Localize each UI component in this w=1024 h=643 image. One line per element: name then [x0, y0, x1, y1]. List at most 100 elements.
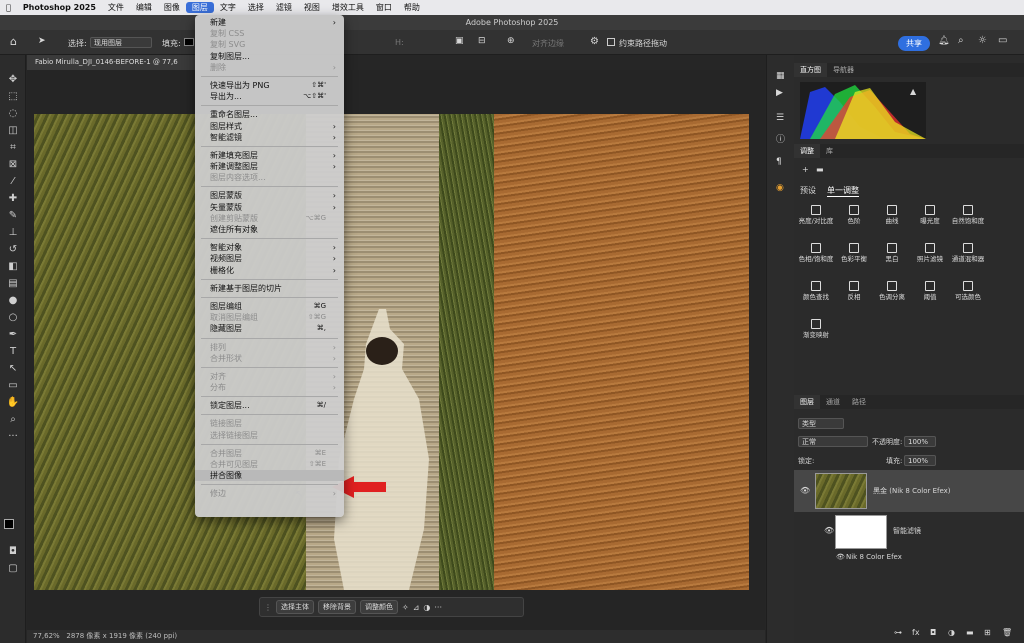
apple-icon[interactable]: 	[0, 3, 17, 12]
mask-icon[interactable]: ◘	[930, 628, 936, 637]
menu-item[interactable]: 智能滤镜 ›	[195, 132, 344, 143]
stamp-tool-icon[interactable]: ⊥	[5, 226, 21, 240]
filter-eye-icon[interactable]: 👁︎	[836, 553, 845, 561]
blend-mode-dropdown[interactable]: 正常	[798, 436, 868, 447]
eyedropper-icon[interactable]: ⁄	[5, 175, 21, 189]
filter-row[interactable]: 👁︎ Nik 8 Color Efex	[794, 552, 1024, 564]
dodge-tool-icon[interactable]: ○	[5, 311, 21, 325]
home-icon[interactable]: ⌂	[10, 35, 17, 48]
add-preset-icon[interactable]: +	[802, 165, 809, 174]
lasso-tool-icon[interactable]: ◌	[5, 107, 21, 121]
eye-icon[interactable]: 👁︎	[800, 486, 810, 495]
align-icon[interactable]: ⊟	[478, 36, 486, 46]
brush-tool-icon[interactable]: ✎	[5, 209, 21, 223]
foreground-color[interactable]	[4, 519, 14, 529]
fx-icon[interactable]: fx	[912, 628, 920, 637]
healing-brush-icon[interactable]: ✚	[5, 192, 21, 206]
drag-handle-icon[interactable]: ⋮	[264, 603, 272, 612]
tab-histogram[interactable]: 直方图	[794, 63, 827, 77]
marquee-tool-icon[interactable]: ⬚	[5, 90, 21, 104]
folder-icon[interactable]: ▬	[816, 165, 824, 174]
menu-item[interactable]: 导出为... ⌥⇧⌘'	[195, 91, 344, 102]
kind-filter-dropdown[interactable]: 类型	[798, 418, 844, 429]
fill-input[interactable]: 100%	[904, 455, 936, 466]
menu-item[interactable]: 新建基于图层的切片	[195, 283, 344, 294]
gear-icon[interactable]: ⚙	[590, 36, 599, 47]
menu-item[interactable]: 矢量蒙版 ›	[195, 202, 344, 213]
path-op-icon[interactable]: ▣	[455, 36, 464, 46]
menubar-item[interactable]: 文字	[214, 2, 242, 13]
play-icon[interactable]: ▶	[776, 88, 783, 98]
select-subject-button[interactable]: 选择主体	[276, 600, 314, 614]
adjustment-button[interactable]: 可选颜色	[946, 281, 990, 302]
filter-eye-icon[interactable]: 👁︎	[824, 526, 834, 535]
menubar-item[interactable]: 图层	[185, 2, 214, 13]
quick-mask-icon[interactable]: ◘	[5, 545, 21, 559]
plugin-icon[interactable]: ◉	[776, 183, 784, 193]
contrast-icon[interactable]: ◑	[423, 603, 430, 612]
menu-item[interactable]: 图层蒙版 ›	[195, 190, 344, 201]
layer-row[interactable]: 👁︎ 黑金 (Nik 8 Color Efex)	[794, 470, 1024, 512]
history-icon[interactable]: ▦	[776, 71, 785, 81]
menu-item[interactable]: 拼合图像	[195, 470, 344, 482]
properties-icon[interactable]: ☰	[776, 113, 784, 123]
tab-presets[interactable]: 预设	[800, 185, 816, 196]
link-icon[interactable]: ⊶	[894, 628, 902, 637]
menubar-item[interactable]: 增效工具	[326, 2, 370, 13]
menu-item[interactable]: 栅格化 ›	[195, 265, 344, 276]
menubar-item[interactable]: 滤镜	[270, 2, 298, 13]
menu-item[interactable]: 新建填充图层 ›	[195, 150, 344, 161]
move-tool-icon[interactable]: ➤	[38, 36, 46, 46]
type-tool-icon[interactable]: T	[5, 345, 21, 359]
menu-item[interactable]: 智能对象 ›	[195, 242, 344, 253]
arrange-icon[interactable]: ⊕	[507, 36, 515, 46]
bell-icon[interactable]: 🔔︎	[938, 36, 949, 46]
zoom-level[interactable]: 77,62%	[33, 632, 60, 640]
eraser-tool-icon[interactable]: ◧	[5, 260, 21, 274]
tab-single-adjustments[interactable]: 单一调整	[827, 185, 859, 197]
transform-icon[interactable]: ⊿	[413, 603, 420, 612]
new-layer-icon[interactable]: ⊞	[984, 628, 991, 637]
menu-item[interactable]: 视频图层 ›	[195, 253, 344, 264]
menu-item[interactable]: 新建 ›	[195, 17, 344, 28]
info-icon[interactable]: ⓘ	[776, 132, 785, 145]
app-menu[interactable]: Photoshop 2025	[17, 3, 102, 12]
trash-icon[interactable]: 🗑︎	[1002, 628, 1012, 637]
zoom-tool-icon[interactable]: ⌕	[5, 413, 21, 427]
tab-adjustments[interactable]: 调整	[794, 144, 820, 158]
remove-background-button[interactable]: 移除背景	[318, 600, 356, 614]
smart-filter-row[interactable]: 👁︎ 智能滤镜	[794, 512, 1024, 552]
hand-tool-icon[interactable]: ✋	[5, 396, 21, 410]
crop-tool-icon[interactable]: ⌗	[5, 141, 21, 155]
tab-libraries[interactable]: 库	[820, 144, 839, 158]
tab-paths[interactable]: 路径	[846, 395, 872, 409]
screen-mode-icon[interactable]: ▢	[5, 562, 21, 576]
gradient-tool-icon[interactable]: ▤	[5, 277, 21, 291]
menu-item[interactable]: 重命名图层...	[195, 109, 344, 120]
document-image[interactable]	[34, 114, 749, 590]
adjustment-button[interactable]: 通道混和器	[946, 243, 990, 264]
menu-item[interactable]: 新建调整图层 ›	[195, 161, 344, 172]
select-dropdown[interactable]: 现用图层	[90, 37, 152, 48]
tab-layers[interactable]: 图层	[794, 395, 820, 409]
menubar-item[interactable]: 视图	[298, 2, 326, 13]
paragraph-icon[interactable]: ¶	[776, 157, 782, 167]
path-select-icon[interactable]: ↖	[5, 362, 21, 376]
menu-item[interactable]: 图层样式 ›	[195, 121, 344, 132]
menu-item[interactable]: 复制图层...	[195, 51, 344, 62]
adjustment-button[interactable]: 自然饱和度	[946, 205, 990, 226]
menubar-item[interactable]: 图像	[158, 2, 186, 13]
shape-tool-icon[interactable]: ▭	[5, 379, 21, 393]
move-tool-icon[interactable]: ✥	[5, 73, 21, 87]
menu-item[interactable]: 隐藏图层 ⌘,	[195, 323, 344, 334]
menu-item[interactable]: 图层编组 ⌘G	[195, 301, 344, 312]
adjustment-layer-icon[interactable]: ◑	[948, 628, 955, 637]
filter-name[interactable]: Nik 8 Color Efex	[846, 553, 902, 561]
group-icon[interactable]: ▬	[966, 628, 974, 637]
menu-item[interactable]: 快速导出为 PNG ⇧⌘'	[195, 80, 344, 91]
sparkle-icon[interactable]: ✧	[402, 603, 409, 612]
menubar-item[interactable]: 编辑	[130, 2, 158, 13]
menubar-item[interactable]: 文件	[102, 2, 130, 13]
pen-tool-icon[interactable]: ✒	[5, 328, 21, 342]
workspace-icon[interactable]: ▭	[998, 35, 1007, 46]
